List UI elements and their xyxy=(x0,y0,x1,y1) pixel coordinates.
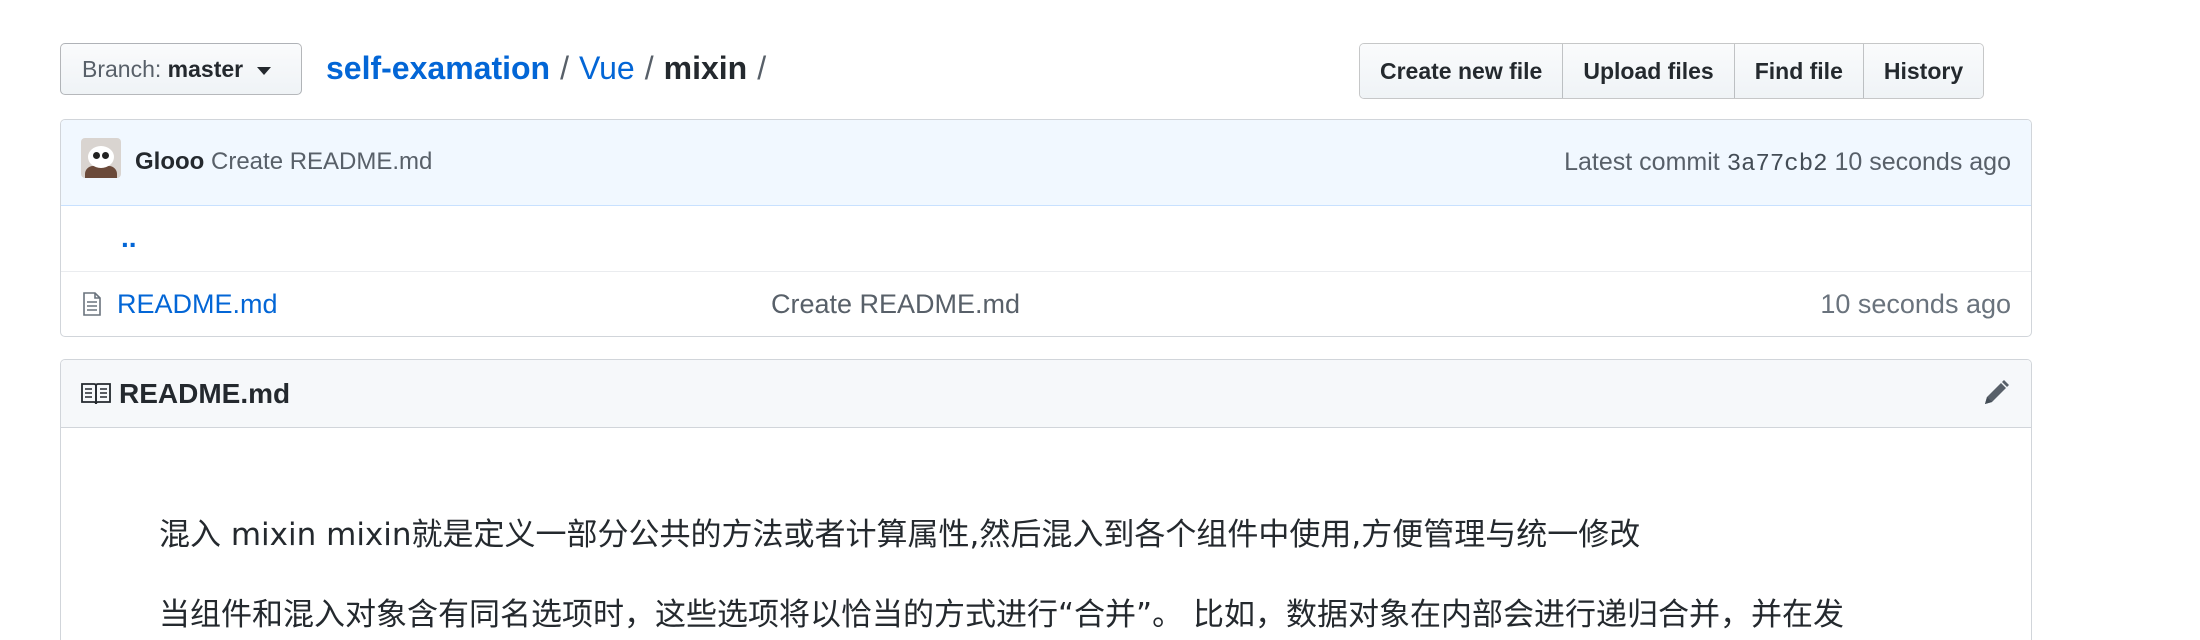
breadcrumb: self-examation / Vue / mixin / xyxy=(326,46,776,90)
breadcrumb-separator: / xyxy=(757,50,767,86)
table-row: README.md Create README.md 10 seconds ag… xyxy=(61,272,2031,336)
breadcrumb-separator: / xyxy=(560,50,569,86)
history-button[interactable]: History xyxy=(1862,44,1984,98)
avatar[interactable] xyxy=(81,138,121,178)
readme-panel: README.md 混入 mixin mixin就是定义一部分公共的方法或者计算… xyxy=(60,359,2032,640)
file-age: 10 seconds ago xyxy=(1820,289,2011,319)
avatar-eye-right xyxy=(102,152,109,159)
upload-files-button[interactable]: Upload files xyxy=(1562,44,1734,98)
breadcrumb-current: mixin xyxy=(663,50,748,86)
file-commit-message-link[interactable]: Create README.md xyxy=(771,286,1020,322)
readme-paragraph: 混入 mixin mixin就是定义一部分公共的方法或者计算属性,然后混入到各个… xyxy=(159,517,1641,553)
repo-file-browser: Branch: master self-examation / Vue / mixin /… xyxy=(0,0,2200,640)
avatar-face xyxy=(88,146,114,168)
readme-body: 混入 mixin mixin就是定义一部分公共的方法或者计算属性,然后混入到各个… xyxy=(159,510,1971,640)
readme-title: README.md xyxy=(119,378,291,409)
book-icon xyxy=(81,383,111,405)
file-icon xyxy=(83,292,101,316)
find-file-button[interactable]: Find file xyxy=(1733,44,1863,98)
avatar-eye-left xyxy=(93,152,100,159)
branch-select-button[interactable]: Branch: master xyxy=(60,43,302,95)
branch-label: Branch: xyxy=(82,56,162,82)
file-listing: Glooo Create README.md Latest commit 3a7… xyxy=(60,119,2032,337)
breadcrumb-repo-link[interactable]: self-examation xyxy=(326,50,550,86)
readme-header: README.md xyxy=(61,360,2031,428)
pencil-icon[interactable] xyxy=(1981,378,2011,408)
commit-sha-link[interactable]: 3a77cb2 xyxy=(1727,151,1828,178)
breadcrumb-folder-link[interactable]: Vue xyxy=(579,50,635,86)
commit-message-link[interactable]: Create README.md xyxy=(211,142,432,182)
readme-paragraph: 当组件和混入对象含有同名选项时，这些选项将以恰当的方式进行“合并”。 比如，数据… xyxy=(159,597,1844,633)
branch-value: master xyxy=(167,56,244,82)
file-actions: Create new file Upload files Find file H… xyxy=(1359,43,1985,99)
commit-age: 10 seconds ago xyxy=(1834,148,2011,176)
commit-author-link[interactable]: Glooo xyxy=(135,142,204,182)
file-name-link[interactable]: README.md xyxy=(117,286,278,322)
create-new-file-button[interactable]: Create new file xyxy=(1360,44,1563,98)
latest-commit-label: Latest commit xyxy=(1564,148,1720,176)
commit-meta: Latest commit 3a77cb2 10 seconds ago xyxy=(1564,142,2011,185)
latest-commit-bar: Glooo Create README.md Latest commit 3a7… xyxy=(61,120,2031,206)
breadcrumb-separator: / xyxy=(644,50,654,86)
parent-directory-link[interactable]: .. xyxy=(121,220,137,256)
caret-down-icon xyxy=(257,66,272,75)
parent-directory-row: .. xyxy=(61,206,2031,272)
